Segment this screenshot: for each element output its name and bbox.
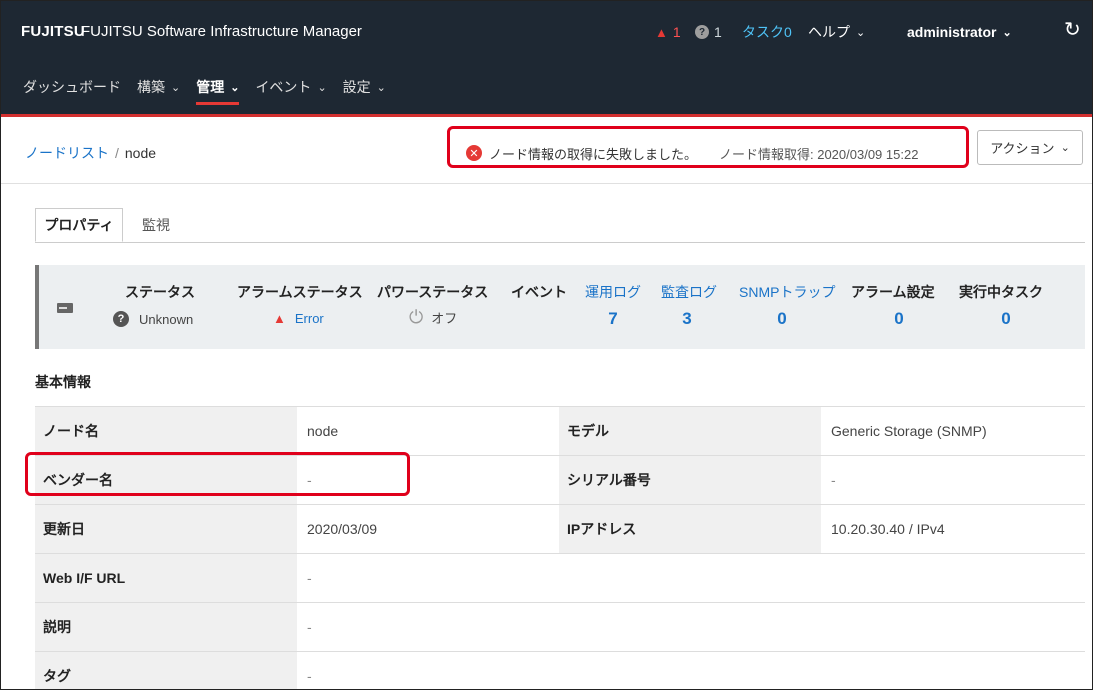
vendor-highlight-box bbox=[25, 452, 410, 496]
breadcrumb-node-list-link[interactable]: ノードリスト bbox=[25, 145, 109, 161]
audit-log-link[interactable]: 監査ログ bbox=[661, 282, 717, 302]
user-label: administrator bbox=[907, 24, 997, 40]
table-row: Web I/F URL - bbox=[35, 553, 1085, 603]
node-name-value: node bbox=[297, 406, 559, 456]
table-row: 更新日 2020/03/09 IPアドレス 10.20.30.40 / IPv4 bbox=[35, 504, 1085, 554]
user-menu[interactable]: administrator ⌄ bbox=[907, 21, 1012, 43]
chevron-down-icon: ⌄ bbox=[1002, 26, 1012, 39]
alarm-status-text: Error bbox=[294, 311, 324, 326]
op-log-count[interactable]: 7 bbox=[603, 309, 623, 329]
power-status-label: パワーステータス bbox=[377, 284, 489, 300]
nav-label: ダッシュボード bbox=[23, 79, 121, 95]
chevron-down-icon: ⌄ bbox=[376, 81, 386, 94]
breadcrumb-bar: ノードリスト / node ✕ ノード情報の取得に失敗しました。 ノード情報取得: … bbox=[1, 117, 1092, 184]
action-label: アクション bbox=[990, 141, 1055, 156]
breadcrumb-current: node bbox=[124, 145, 157, 161]
nav-item-settings[interactable]: 設定 ⌄ bbox=[335, 61, 394, 113]
tag-key: タグ bbox=[35, 651, 297, 689]
event-label: イベント bbox=[511, 284, 567, 300]
alarm-count: 1 bbox=[672, 24, 681, 40]
nav-label: 管理 bbox=[196, 79, 225, 95]
chevron-down-icon: ⌄ bbox=[230, 81, 240, 94]
tab-bar: プロパティ 監視 bbox=[35, 208, 1085, 243]
main-nav: ダッシュボード 構築 ⌄ 管理 ⌄ イベント ⌄ 設定 ⌄ bbox=[1, 61, 394, 113]
error-icon: ✕ bbox=[466, 145, 482, 161]
fujitsu-logo: FUJITSU bbox=[21, 23, 85, 40]
bell-icon: ▲ bbox=[273, 311, 286, 326]
basic-info-title: 基本情報 bbox=[35, 374, 91, 390]
serial-number-value: - bbox=[821, 455, 1085, 505]
table-row: 説明 - bbox=[35, 602, 1085, 652]
alarm-status-label: アラームステータス bbox=[237, 284, 363, 300]
power-icon: ⏻ bbox=[409, 307, 424, 327]
help-menu[interactable]: ヘルプ ⌄ bbox=[808, 21, 865, 43]
error-message: ノード情報の取得に失敗しました。 bbox=[489, 147, 698, 162]
nav-label: 設定 bbox=[342, 79, 371, 95]
status-label: ステータス bbox=[125, 284, 195, 300]
top-header: FUJITSU FUJITSU Software Infrastructure … bbox=[1, 1, 1092, 117]
unknown-count: 1 bbox=[714, 24, 722, 40]
chevron-down-icon: ⌄ bbox=[171, 81, 181, 94]
status-text: Unknown bbox=[139, 311, 194, 327]
tag-value: - bbox=[297, 651, 1085, 689]
web-url-key: Web I/F URL bbox=[35, 553, 297, 603]
table-row: ノード名 node モデル Generic Storage (SNMP) bbox=[35, 406, 1085, 456]
status-value: ? Unknown bbox=[113, 311, 193, 327]
task-link[interactable]: タスク0 bbox=[742, 21, 792, 43]
model-key: モデル bbox=[559, 406, 821, 456]
server-icon bbox=[57, 303, 73, 313]
snmp-trap-count[interactable]: 0 bbox=[772, 309, 792, 329]
power-status-value: ⏻ オフ bbox=[409, 307, 457, 328]
running-task-label: 実行中タスク bbox=[959, 284, 1043, 300]
alarm-setting-label: アラーム設定 bbox=[851, 284, 935, 300]
action-button[interactable]: アクション ⌄ bbox=[977, 130, 1083, 165]
ip-address-key: IPアドレス bbox=[559, 504, 821, 554]
snmp-trap-link[interactable]: SNMPトラップ bbox=[739, 282, 835, 302]
description-key: 説明 bbox=[35, 602, 297, 652]
help-label: ヘルプ bbox=[808, 24, 850, 40]
fetch-timestamp: ノード情報取得: 2020/03/09 15:22 bbox=[719, 147, 919, 162]
updated-date-key: 更新日 bbox=[35, 504, 297, 554]
breadcrumb: ノードリスト / node bbox=[25, 143, 156, 163]
breadcrumb-separator: / bbox=[115, 145, 119, 161]
question-icon: ? bbox=[113, 311, 129, 327]
app-window: FUJITSU FUJITSU Software Infrastructure … bbox=[0, 0, 1093, 690]
nav-item-manage[interactable]: 管理 ⌄ bbox=[188, 61, 247, 113]
description-value: - bbox=[297, 602, 1085, 652]
basic-info-table: ノード名 node モデル Generic Storage (SNMP) ベンダ… bbox=[35, 406, 1085, 689]
op-log-link[interactable]: 運用ログ bbox=[585, 282, 641, 302]
nav-item-event[interactable]: イベント ⌄ bbox=[247, 61, 334, 113]
unknown-indicator[interactable]: ? 1 bbox=[695, 21, 722, 43]
updated-date-value: 2020/03/09 bbox=[297, 504, 559, 554]
nav-item-dashboard[interactable]: ダッシュボード bbox=[1, 61, 129, 113]
app-title: FUJITSU Software Infrastructure Manager bbox=[81, 23, 362, 40]
tab-properties[interactable]: プロパティ bbox=[35, 208, 123, 242]
model-value: Generic Storage (SNMP) bbox=[821, 406, 1085, 456]
question-icon: ? bbox=[695, 25, 709, 39]
alarm-status-value[interactable]: ▲ Error bbox=[273, 311, 324, 326]
table-row: タグ - bbox=[35, 651, 1085, 689]
node-name-key: ノード名 bbox=[35, 406, 297, 456]
serial-number-key: シリアル番号 bbox=[559, 455, 821, 505]
nav-label: 構築 bbox=[137, 79, 165, 95]
running-task-count[interactable]: 0 bbox=[996, 309, 1016, 329]
audit-log-count[interactable]: 3 bbox=[677, 309, 697, 329]
alarm-indicator[interactable]: ▲ 1 bbox=[655, 21, 681, 43]
bell-icon: ▲ bbox=[655, 24, 668, 40]
nav-label: イベント bbox=[255, 79, 312, 95]
web-url-value: - bbox=[297, 553, 1085, 603]
chevron-down-icon: ⌄ bbox=[317, 81, 327, 94]
ip-address-value: 10.20.30.40 / IPv4 bbox=[821, 504, 1085, 554]
nav-item-build[interactable]: 構築 ⌄ bbox=[129, 61, 188, 113]
status-strip: ステータス ? Unknown アラームステータス ▲ Error パワーステー… bbox=[35, 265, 1085, 349]
tab-monitoring[interactable]: 監視 bbox=[127, 208, 185, 242]
refresh-icon[interactable]: ↻ bbox=[1064, 17, 1081, 41]
chevron-down-icon: ⌄ bbox=[856, 26, 866, 39]
power-status-text: オフ bbox=[431, 311, 458, 326]
chevron-down-icon: ⌄ bbox=[1060, 142, 1070, 154]
alarm-setting-count[interactable]: 0 bbox=[889, 309, 909, 329]
